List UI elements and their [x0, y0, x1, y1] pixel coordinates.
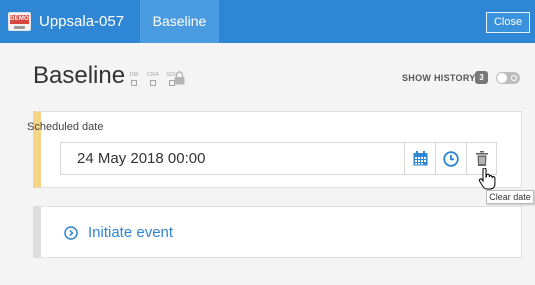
scheduled-date-value[interactable]: 24 May 2018 00:00 — [77, 150, 205, 167]
demo-icon: DEMO — [8, 12, 31, 31]
flag-cra-checkbox[interactable] — [150, 80, 156, 86]
top-bar: DEMO Uppsala-057 Baseline Close — [0, 0, 535, 43]
demo-badge-text: DEMO — [10, 15, 29, 24]
scheduled-date-label: Scheduled date — [27, 121, 104, 133]
trash-icon — [476, 151, 488, 166]
history-count-badge: 3 — [475, 71, 488, 84]
clock-icon — [443, 150, 459, 167]
show-history-toggle[interactable] — [496, 72, 520, 84]
flag-cra[interactable]: CRA — [145, 72, 161, 86]
clear-date-tooltip: Clear date — [486, 190, 534, 204]
close-button[interactable]: Close — [486, 12, 530, 33]
calendar-button[interactable] — [404, 142, 435, 175]
site-name[interactable]: Uppsala-057 — [39, 0, 124, 43]
initiate-event-label: Initiate event — [88, 224, 174, 241]
play-circle-icon — [64, 225, 78, 240]
time-button[interactable] — [435, 142, 466, 175]
page-title: Baseline — [33, 62, 126, 89]
initiate-event-link[interactable]: Initiate event — [64, 224, 173, 241]
lock-icon — [174, 71, 185, 85]
flag-dm[interactable]: DM — [126, 72, 142, 86]
calendar-icon — [413, 151, 427, 166]
show-history-label: SHOW HISTORY — [402, 73, 476, 83]
flag-dm-checkbox[interactable] — [131, 80, 137, 86]
flag-dm-label: DM — [129, 72, 139, 78]
hand-cursor-icon — [478, 168, 496, 190]
flag-cra-label: CRA — [147, 72, 159, 78]
tab-baseline[interactable]: Baseline — [140, 0, 219, 43]
